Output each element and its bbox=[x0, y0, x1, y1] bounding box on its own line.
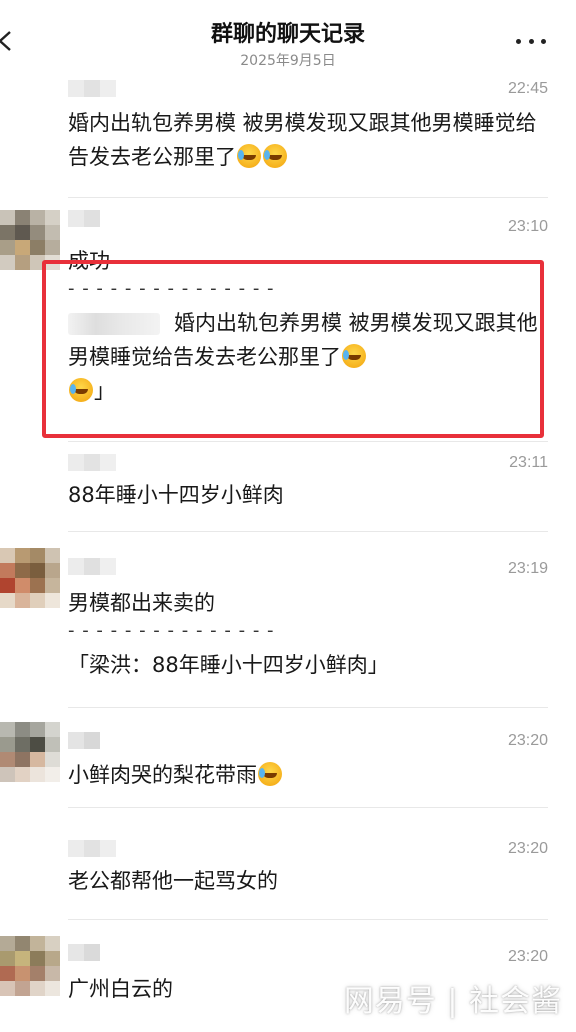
message-time: 23:10 bbox=[507, 218, 548, 235]
blurred-avatar[interactable] bbox=[0, 548, 60, 608]
message-item: 23:20 老公都帮他一起骂女的 bbox=[0, 808, 576, 920]
message-time: 23:19 bbox=[507, 560, 548, 577]
quoted-message[interactable]: 「梁洪：88年睡小十四岁小鲜肉」 bbox=[68, 648, 538, 682]
blurred-avatar[interactable] bbox=[0, 722, 60, 782]
blurred-sender-name bbox=[68, 558, 116, 575]
blurred-sender-name bbox=[68, 840, 116, 857]
message-time: 22:45 bbox=[507, 80, 548, 97]
blurred-sender-name bbox=[68, 944, 100, 961]
message-text: 老公都帮他一起骂女的 bbox=[68, 869, 278, 893]
laughing-crying-emoji-icon bbox=[263, 144, 287, 168]
message-content: 婚内出轨包养男模 被男模发现又跟其他男模睡觉给告发去老公那里了 bbox=[68, 111, 537, 169]
message-item: 23:20 小鲜肉哭的梨花带雨 bbox=[0, 708, 576, 808]
message-item: 23:19 男模都出来卖的 - - - - - - - - - - - - - … bbox=[0, 532, 576, 708]
blurred-sender-name bbox=[68, 210, 100, 227]
blurred-sender-name bbox=[68, 80, 116, 97]
blurred-sender-name bbox=[68, 454, 116, 471]
message-time: 23:20 bbox=[507, 948, 548, 965]
chat-date: 2025年9月5日 bbox=[240, 53, 336, 69]
message-item: 22:45 婚内出轨包养男模 被男模发现又跟其他男模睡觉给告发去老公那里了 bbox=[0, 78, 576, 198]
message-time: 23:20 bbox=[507, 840, 548, 857]
watermark: 网易号 | 社会酱 bbox=[343, 984, 562, 1019]
message-item: 23:11 88年睡小十四岁小鲜肉 bbox=[0, 442, 576, 532]
chat-header: 群聊的聊天记录 2025年9月5日 bbox=[0, 0, 576, 78]
message-content: 小鲜肉哭的梨花带雨 bbox=[68, 763, 257, 787]
page-title: 群聊的聊天记录 bbox=[210, 22, 365, 47]
message-text: 小鲜肉哭的梨花带雨 bbox=[68, 758, 538, 792]
laughing-crying-emoji-icon bbox=[258, 762, 282, 786]
message-text: 88年睡小十四岁小鲜肉 bbox=[68, 483, 284, 507]
blurred-sender-name bbox=[68, 732, 100, 749]
message-text: 男模都出来卖的 - - - - - - - - - - - - - - - 「梁… bbox=[68, 586, 538, 682]
message-text: 婚内出轨包养男模 被男模发现又跟其他男模睡觉给告发去老公那里了 bbox=[68, 106, 538, 174]
message-time: 23:11 bbox=[509, 454, 548, 471]
message-time: 23:20 bbox=[507, 732, 548, 749]
laughing-crying-emoji-icon bbox=[237, 144, 261, 168]
quote-separator: - - - - - - - - - - - - - - - bbox=[68, 620, 275, 641]
more-dots-icon[interactable] bbox=[516, 36, 546, 46]
blurred-avatar[interactable] bbox=[0, 936, 60, 996]
message-content: 男模都出来卖的 bbox=[68, 591, 215, 615]
red-highlight-box bbox=[42, 260, 544, 438]
